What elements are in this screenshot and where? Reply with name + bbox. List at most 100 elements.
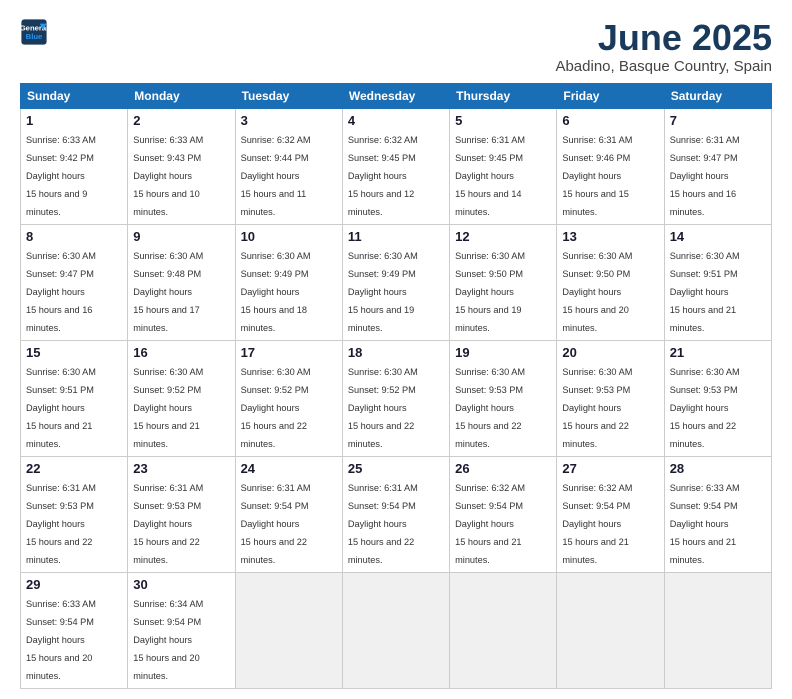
table-row: 28 Sunrise: 6:33 AMSunset: 9:54 PMDaylig… — [664, 456, 771, 572]
logo-icon: General Blue — [20, 18, 48, 46]
col-friday: Friday — [557, 83, 664, 108]
day-number: 2 — [133, 113, 229, 128]
day-info: Sunrise: 6:31 AMSunset: 9:47 PMDaylight … — [670, 135, 740, 217]
table-row: 1 Sunrise: 6:33 AMSunset: 9:42 PMDayligh… — [21, 108, 128, 224]
day-number: 28 — [670, 461, 766, 476]
table-row: 5 Sunrise: 6:31 AMSunset: 9:45 PMDayligh… — [450, 108, 557, 224]
day-number: 21 — [670, 345, 766, 360]
day-number: 13 — [562, 229, 658, 244]
col-thursday: Thursday — [450, 83, 557, 108]
table-row: 17 Sunrise: 6:30 AMSunset: 9:52 PMDaylig… — [235, 340, 342, 456]
day-info: Sunrise: 6:31 AMSunset: 9:45 PMDaylight … — [455, 135, 525, 217]
header: General Blue June 2025 Abadino, Basque C… — [20, 18, 772, 75]
table-row: 13 Sunrise: 6:30 AMSunset: 9:50 PMDaylig… — [557, 224, 664, 340]
day-info: Sunrise: 6:33 AMSunset: 9:43 PMDaylight … — [133, 135, 203, 217]
day-info: Sunrise: 6:30 AMSunset: 9:47 PMDaylight … — [26, 251, 96, 333]
day-info: Sunrise: 6:30 AMSunset: 9:51 PMDaylight … — [26, 367, 96, 449]
table-row: 22 Sunrise: 6:31 AMSunset: 9:53 PMDaylig… — [21, 456, 128, 572]
day-number: 3 — [241, 113, 337, 128]
day-number: 1 — [26, 113, 122, 128]
day-info: Sunrise: 6:31 AMSunset: 9:54 PMDaylight … — [348, 483, 418, 565]
day-info: Sunrise: 6:31 AMSunset: 9:46 PMDaylight … — [562, 135, 632, 217]
table-row — [664, 572, 771, 688]
table-row: 11 Sunrise: 6:30 AMSunset: 9:49 PMDaylig… — [342, 224, 449, 340]
svg-text:Blue: Blue — [26, 32, 43, 41]
col-tuesday: Tuesday — [235, 83, 342, 108]
day-number: 4 — [348, 113, 444, 128]
day-number: 24 — [241, 461, 337, 476]
day-info: Sunrise: 6:30 AMSunset: 9:50 PMDaylight … — [562, 251, 632, 333]
day-info: Sunrise: 6:33 AMSunset: 9:54 PMDaylight … — [26, 599, 96, 681]
day-info: Sunrise: 6:30 AMSunset: 9:53 PMDaylight … — [455, 367, 525, 449]
day-number: 22 — [26, 461, 122, 476]
day-number: 16 — [133, 345, 229, 360]
table-row: 29 Sunrise: 6:33 AMSunset: 9:54 PMDaylig… — [21, 572, 128, 688]
calendar-table: Sunday Monday Tuesday Wednesday Thursday… — [20, 83, 772, 689]
day-info: Sunrise: 6:30 AMSunset: 9:52 PMDaylight … — [241, 367, 311, 449]
table-row: 9 Sunrise: 6:30 AMSunset: 9:48 PMDayligh… — [128, 224, 235, 340]
table-row: 24 Sunrise: 6:31 AMSunset: 9:54 PMDaylig… — [235, 456, 342, 572]
day-info: Sunrise: 6:30 AMSunset: 9:51 PMDaylight … — [670, 251, 740, 333]
day-info: Sunrise: 6:30 AMSunset: 9:52 PMDaylight … — [348, 367, 418, 449]
header-row: Sunday Monday Tuesday Wednesday Thursday… — [21, 83, 772, 108]
col-sunday: Sunday — [21, 83, 128, 108]
table-row — [450, 572, 557, 688]
day-number: 18 — [348, 345, 444, 360]
day-number: 23 — [133, 461, 229, 476]
col-saturday: Saturday — [664, 83, 771, 108]
table-row — [342, 572, 449, 688]
table-row — [557, 572, 664, 688]
day-info: Sunrise: 6:33 AMSunset: 9:54 PMDaylight … — [670, 483, 740, 565]
day-number: 25 — [348, 461, 444, 476]
day-number: 15 — [26, 345, 122, 360]
table-row: 8 Sunrise: 6:30 AMSunset: 9:47 PMDayligh… — [21, 224, 128, 340]
page-container: General Blue June 2025 Abadino, Basque C… — [0, 0, 792, 699]
day-info: Sunrise: 6:31 AMSunset: 9:54 PMDaylight … — [241, 483, 311, 565]
day-number: 7 — [670, 113, 766, 128]
day-info: Sunrise: 6:30 AMSunset: 9:53 PMDaylight … — [562, 367, 632, 449]
day-number: 11 — [348, 229, 444, 244]
location-subtitle: Abadino, Basque Country, Spain — [555, 58, 772, 75]
title-block: June 2025 Abadino, Basque Country, Spain — [555, 18, 772, 75]
table-row: 6 Sunrise: 6:31 AMSunset: 9:46 PMDayligh… — [557, 108, 664, 224]
table-row: 19 Sunrise: 6:30 AMSunset: 9:53 PMDaylig… — [450, 340, 557, 456]
day-number: 17 — [241, 345, 337, 360]
day-number: 12 — [455, 229, 551, 244]
day-number: 9 — [133, 229, 229, 244]
day-number: 5 — [455, 113, 551, 128]
table-row — [235, 572, 342, 688]
table-row: 12 Sunrise: 6:30 AMSunset: 9:50 PMDaylig… — [450, 224, 557, 340]
day-number: 27 — [562, 461, 658, 476]
day-info: Sunrise: 6:30 AMSunset: 9:48 PMDaylight … — [133, 251, 203, 333]
table-row: 15 Sunrise: 6:30 AMSunset: 9:51 PMDaylig… — [21, 340, 128, 456]
day-number: 10 — [241, 229, 337, 244]
table-row: 20 Sunrise: 6:30 AMSunset: 9:53 PMDaylig… — [557, 340, 664, 456]
day-number: 26 — [455, 461, 551, 476]
day-info: Sunrise: 6:33 AMSunset: 9:42 PMDaylight … — [26, 135, 96, 217]
day-info: Sunrise: 6:32 AMSunset: 9:45 PMDaylight … — [348, 135, 418, 217]
day-number: 19 — [455, 345, 551, 360]
col-wednesday: Wednesday — [342, 83, 449, 108]
day-number: 6 — [562, 113, 658, 128]
table-row: 27 Sunrise: 6:32 AMSunset: 9:54 PMDaylig… — [557, 456, 664, 572]
day-info: Sunrise: 6:34 AMSunset: 9:54 PMDaylight … — [133, 599, 203, 681]
table-row: 3 Sunrise: 6:32 AMSunset: 9:44 PMDayligh… — [235, 108, 342, 224]
day-info: Sunrise: 6:32 AMSunset: 9:44 PMDaylight … — [241, 135, 311, 217]
day-info: Sunrise: 6:30 AMSunset: 9:52 PMDaylight … — [133, 367, 203, 449]
col-monday: Monday — [128, 83, 235, 108]
table-row: 14 Sunrise: 6:30 AMSunset: 9:51 PMDaylig… — [664, 224, 771, 340]
table-row: 7 Sunrise: 6:31 AMSunset: 9:47 PMDayligh… — [664, 108, 771, 224]
table-row: 26 Sunrise: 6:32 AMSunset: 9:54 PMDaylig… — [450, 456, 557, 572]
table-row: 30 Sunrise: 6:34 AMSunset: 9:54 PMDaylig… — [128, 572, 235, 688]
table-row: 21 Sunrise: 6:30 AMSunset: 9:53 PMDaylig… — [664, 340, 771, 456]
day-info: Sunrise: 6:30 AMSunset: 9:49 PMDaylight … — [348, 251, 418, 333]
day-info: Sunrise: 6:32 AMSunset: 9:54 PMDaylight … — [562, 483, 632, 565]
day-number: 14 — [670, 229, 766, 244]
table-row: 10 Sunrise: 6:30 AMSunset: 9:49 PMDaylig… — [235, 224, 342, 340]
day-number: 8 — [26, 229, 122, 244]
day-number: 20 — [562, 345, 658, 360]
day-info: Sunrise: 6:31 AMSunset: 9:53 PMDaylight … — [26, 483, 96, 565]
table-row: 2 Sunrise: 6:33 AMSunset: 9:43 PMDayligh… — [128, 108, 235, 224]
day-number: 29 — [26, 577, 122, 592]
day-info: Sunrise: 6:30 AMSunset: 9:49 PMDaylight … — [241, 251, 311, 333]
